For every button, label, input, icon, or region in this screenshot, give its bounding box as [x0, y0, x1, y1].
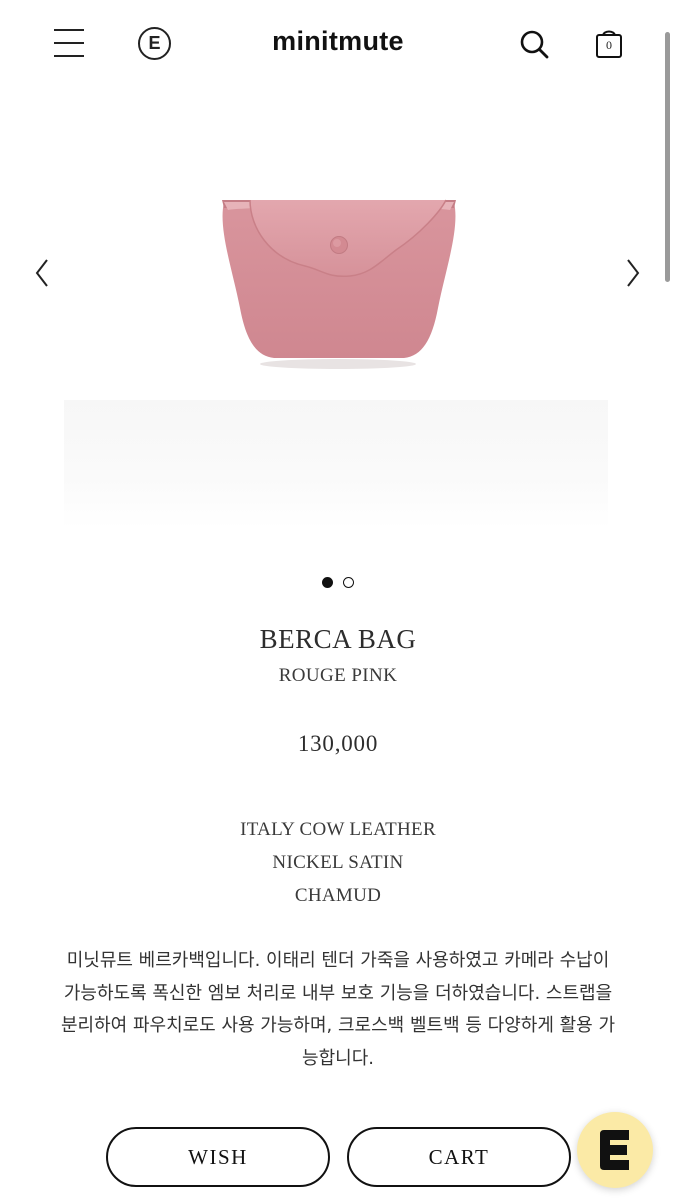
product-price: 130,000 [297, 731, 379, 756]
carousel-dot-1[interactable] [322, 577, 333, 588]
product-description: 미닛뮤트 베르카백입니다. 이태리 텐더 가죽을 사용하였고 카메라 수납이 가… [60, 950, 615, 1069]
material-item: CHAMUD [294, 885, 382, 906]
e-badge-icon[interactable]: E [138, 27, 171, 60]
brand-logo: minitmute [0, 26, 676, 57]
chevron-left-icon[interactable] [31, 256, 55, 290]
e-logo-icon[interactable] [577, 1112, 653, 1188]
hamburger-menu-icon[interactable] [52, 26, 86, 60]
cart-count-badge: 0 [606, 38, 612, 52]
product-image [222, 199, 456, 369]
brand-logo-text[interactable]: minitmute [272, 26, 404, 56]
material-item: NICKEL SATIN [272, 852, 404, 873]
carousel-pagination [0, 577, 676, 589]
product-name: BERCA BAG [259, 624, 417, 654]
product-image-carousel[interactable] [0, 100, 676, 540]
search-icon[interactable] [516, 26, 552, 62]
chevron-right-icon[interactable] [620, 256, 644, 290]
add-to-cart-button[interactable]: CART [347, 1127, 571, 1187]
shopping-bag-icon[interactable]: 0 [592, 26, 626, 62]
wish-button[interactable]: WISH [106, 1127, 330, 1187]
slide-background [64, 400, 608, 528]
material-item: ITALY COW LEATHER [240, 819, 436, 840]
header: E minitmute 0 [0, 0, 676, 90]
carousel-dot-2[interactable] [343, 577, 354, 588]
product-color: ROUGE PINK [278, 665, 398, 686]
